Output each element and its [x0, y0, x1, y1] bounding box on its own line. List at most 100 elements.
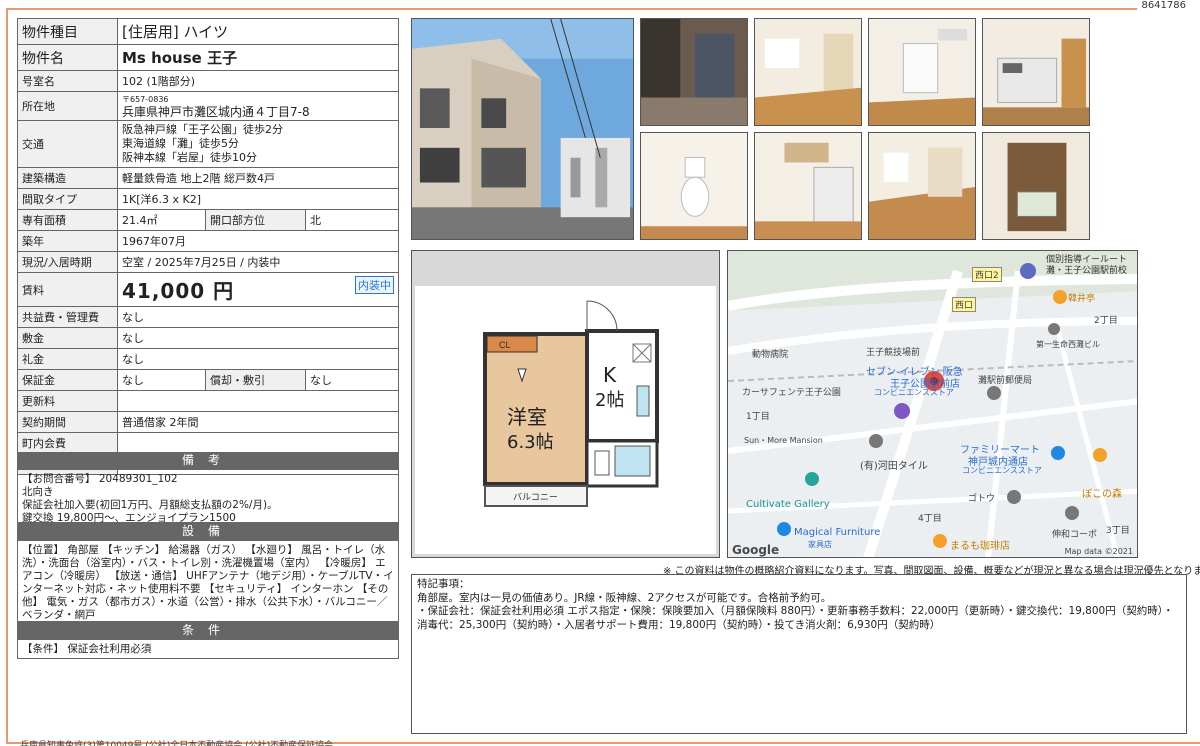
setsubi-header: 設備	[17, 523, 399, 540]
map-label-daiichi: 第一生命西灘ビル	[1036, 340, 1100, 349]
type-value: [住居用] ハイツ	[117, 18, 399, 45]
frame-left	[6, 8, 8, 744]
map-label-magical: Magical Furniture	[794, 527, 881, 538]
photo-entrance	[640, 18, 748, 126]
amortization-value: なし	[305, 369, 399, 391]
map-label-marumo: まるも珈琲店	[950, 541, 1010, 552]
area-map[interactable]: 個別指導イールート灘・王子公園駅前校 西口2 西口 韓井亭 2丁目 王子競技場前…	[727, 250, 1138, 558]
jouken-text: 【条件】 保証会社利用必須	[22, 643, 152, 655]
guarantee-value: なし	[117, 369, 206, 391]
renewal-label: 更新料	[17, 390, 118, 412]
guarantee-label: 保証金	[17, 369, 118, 391]
exterior-photo	[411, 18, 634, 240]
photo-hallway	[868, 132, 976, 240]
bikou-line-2: 北向き	[22, 486, 54, 498]
setsubi-text: 【位置】 角部屋 【キッチン】 給湯器（ガス） 【水廻り】 風呂・トイレ（水洗）…	[22, 544, 394, 621]
jouken-box: 【条件】 保証会社利用必須	[17, 639, 399, 659]
map-label-gallery: Cultivate Gallery	[746, 499, 830, 510]
photo-room-1	[754, 18, 862, 126]
frame-top	[6, 8, 1166, 10]
rent-label: 賃料	[17, 272, 118, 307]
contract-value: 普通借家 2年間	[117, 411, 399, 433]
remarks-line-2: ・保証会社：保証会社利用必須 エポス指定・保険：保険要加入（月額保険料 880円…	[417, 605, 1174, 617]
map-label-4chome: 4丁目	[918, 514, 942, 524]
layout-label: 間取タイプ	[17, 188, 118, 210]
balcony-label: バルコニー	[513, 492, 558, 503]
status-value: 空室 / 2025年7月25日 / 内装中	[117, 251, 399, 273]
direction-label: 開口部方位	[205, 209, 306, 231]
remarks-line-1: 角部屋。室内は一見の価値あり。JR線・阪神線、2アクセスが可能です。合格前予約可…	[417, 591, 832, 604]
map-label-hokonomori: ぼこの森	[1082, 489, 1122, 500]
deposit-value: なし	[117, 327, 399, 349]
name-value: Ms house 王子	[117, 44, 399, 71]
western-room-label: 洋室	[507, 405, 547, 429]
map-label-casa: カーサフェンテ王子公園	[742, 388, 841, 398]
map-label-oji-stadium: 王子競技場前	[866, 348, 921, 358]
map-label-school: 個別指導イールート灘・王子公園駅前校	[1046, 255, 1128, 276]
bikou-box: 【お問合番号】 20489301_102 北向き 保証会社加入要(初回1万円、月…	[17, 469, 399, 524]
deposit-label: 敷金	[17, 327, 118, 349]
map-label-west-exit: 西口	[952, 297, 977, 312]
access-line-3: 阪神本線「岩屋」徒歩10分	[122, 151, 257, 164]
map-label-animal-hospital: 動物病院	[752, 350, 789, 360]
footer-license: 兵庫県知事免許(3)第10049号 (公社)全日本不動産協会 (公社)不動産保証…	[20, 741, 334, 746]
bikou-header: 備考	[17, 452, 399, 469]
type-label: 物件種目	[17, 18, 118, 45]
layout-value: 1K[洋6.3 x K2]	[117, 188, 399, 210]
direction-value: 北	[305, 209, 399, 231]
bikou-line-1: 【お問合番号】 20489301_102	[22, 473, 178, 485]
status-badge: 内装中	[355, 276, 394, 294]
common-fee-label: 共益費・管理費	[17, 306, 118, 328]
area-value: 21.4㎡	[117, 209, 206, 231]
access-line-1: 阪急神戸線「王子公園」徒歩2分	[122, 123, 283, 136]
photo-balcony	[982, 132, 1090, 240]
room-label: 号室名	[17, 70, 118, 92]
setsubi-box: 【位置】 角部屋 【キッチン】 給湯器（ガス） 【水廻り】 風呂・トイレ（水洗）…	[17, 540, 399, 622]
common-fee-value: なし	[117, 306, 399, 328]
map-label-1chome: 1丁目	[746, 412, 770, 422]
name-label: 物件名	[17, 44, 118, 71]
map-label-gotou: ゴトウ	[968, 494, 996, 504]
photo-kitchen	[982, 18, 1090, 126]
key-money-label: 礼金	[17, 348, 118, 370]
contract-label: 契約期間	[17, 411, 118, 433]
map-label-3chome: 3丁目	[1106, 526, 1130, 536]
status-label: 現況/入居時期	[17, 251, 118, 273]
map-label-seven-3: コンビニエンスストア	[874, 388, 954, 397]
photo-toilet	[640, 132, 748, 240]
structure-value: 軽量鉄骨造 地上2階 総戸数4戸	[117, 167, 399, 189]
amortization-label: 償却・敷引	[205, 369, 306, 391]
remarks-title: 特記事項：	[417, 578, 470, 590]
key-money-value: なし	[117, 348, 399, 370]
floor-plan: CL 洋室 6.3帖 K 2帖 バルコニー	[411, 250, 720, 558]
town-fee-value	[117, 432, 399, 454]
map-label-sun-more: Sun・More Mansion	[744, 436, 823, 445]
map-label-kawata: (有)河田タイル	[860, 461, 928, 472]
floor-plan-drawing: CL 洋室 6.3帖 K 2帖 バルコニー	[483, 300, 659, 507]
built-value: 1967年07月	[117, 230, 399, 252]
map-label-2chome: 2丁目	[1094, 316, 1118, 326]
special-remarks: 特記事項： 角部屋。室内は一見の価値あり。JR線・阪神線、2アクセスが可能です。…	[411, 574, 1187, 734]
renewal-value	[117, 390, 399, 412]
map-label-kobo: 伸和コーポ	[1052, 530, 1098, 540]
property-spec-table: 物件種目 [住居用] ハイツ 物件名 Ms house 王子 号室名 102 (…	[17, 18, 399, 475]
google-logo: Google	[732, 543, 780, 557]
room-value: 102 (1階部分)	[117, 70, 399, 92]
map-label-kagu: 家具店	[808, 540, 832, 549]
kitchen-size: 2帖	[595, 390, 624, 411]
town-fee-label: 町内会費	[17, 432, 118, 454]
closet-label: CL	[499, 340, 511, 350]
photo-room-2	[868, 18, 976, 126]
area-label: 専有面積	[17, 209, 118, 231]
structure-label: 建築構造	[17, 167, 118, 189]
map-label-west-exit-2: 西口2	[972, 267, 1002, 282]
kitchen-label: K	[603, 363, 617, 387]
photo-washroom	[754, 132, 862, 240]
map-label-kanii: 韓井亭	[1068, 294, 1096, 304]
map-label-nada-post: 灘駅前郵便局	[978, 376, 1033, 386]
address-value: 兵庫県神戸市灘区城内通４丁目7-8	[122, 105, 310, 119]
access-label: 交通	[17, 120, 118, 168]
bikou-line-3: 保証会社加入要(初回1万円、月額総支払額の2%/月)。	[22, 499, 278, 511]
jouken-header: 条件	[17, 622, 399, 639]
access-line-2: 東海道線「灘」徒歩5分	[122, 137, 239, 150]
